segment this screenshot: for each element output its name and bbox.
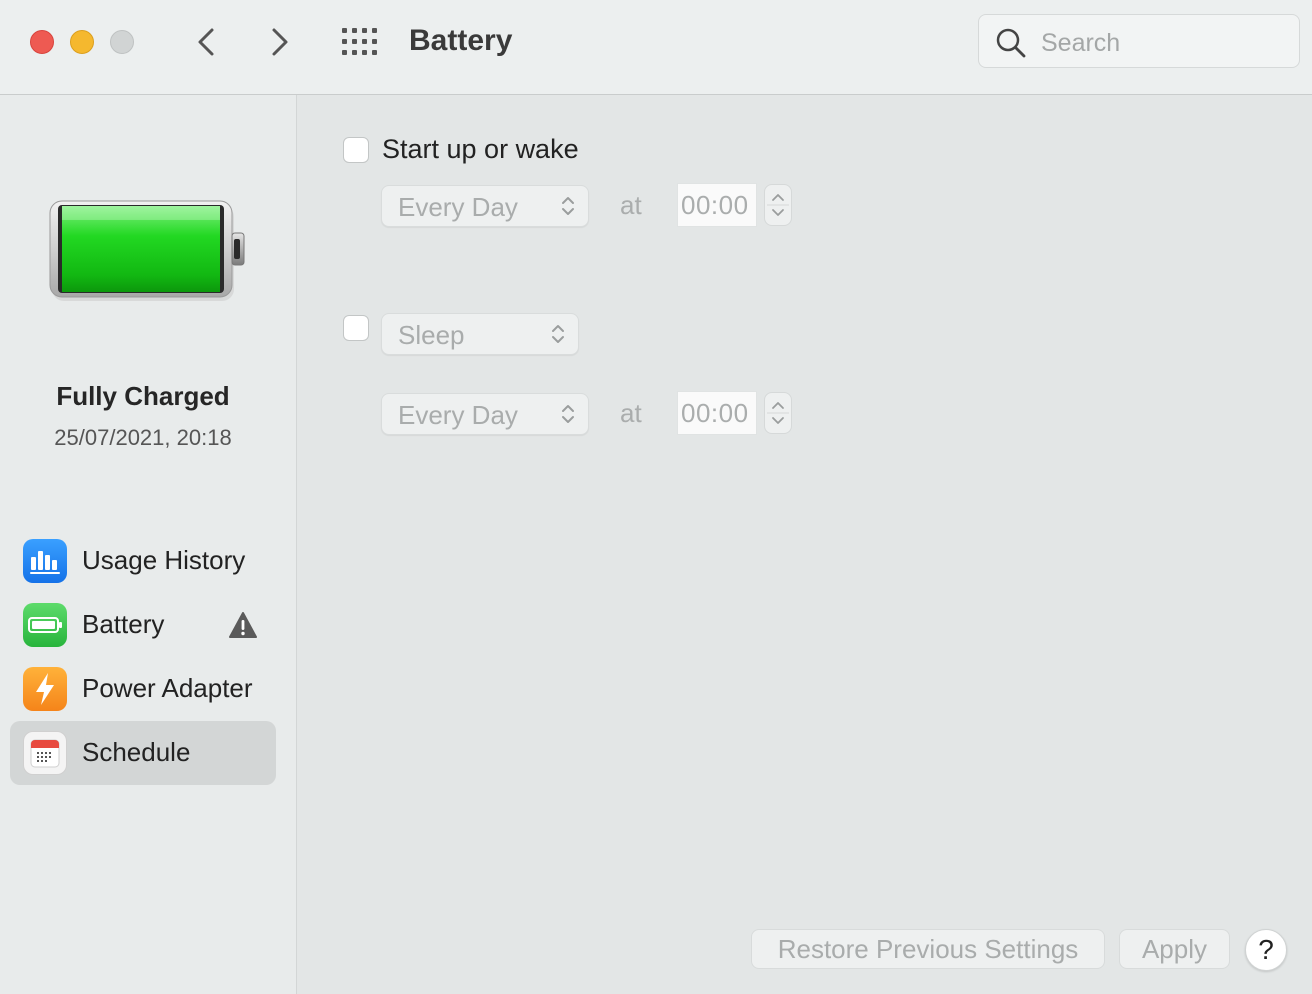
sidebar-item-label: Battery	[82, 609, 165, 639]
search-icon	[996, 28, 1026, 58]
at-label: at	[620, 190, 642, 220]
sidebar-item-label: Schedule	[82, 737, 191, 767]
select-value: Every Day	[398, 192, 518, 222]
calendar-icon	[23, 731, 67, 775]
startup-checkbox[interactable]	[343, 137, 369, 163]
sidebar-item-usage-history[interactable]: Usage History	[10, 529, 276, 593]
help-button[interactable]: ?	[1245, 929, 1287, 971]
lightning-icon	[23, 667, 67, 711]
minimize-button[interactable]	[70, 30, 94, 54]
sleep-time-field[interactable]: 00:00	[677, 391, 757, 435]
startup-frequency-select[interactable]: Every Day	[381, 185, 589, 227]
stepper-arrows-icon	[767, 402, 789, 424]
chevron-left-icon	[198, 28, 214, 56]
search-field[interactable]	[978, 14, 1300, 68]
up-down-chevron-icon	[552, 325, 564, 343]
select-value: Every Day	[398, 400, 518, 430]
chevron-right-icon	[272, 28, 288, 56]
battery-status-icon	[49, 200, 245, 301]
at-label: at	[620, 398, 642, 428]
sleep-checkbox[interactable]	[343, 315, 369, 341]
select-value: Sleep	[398, 320, 465, 350]
search-input[interactable]	[1039, 25, 1293, 61]
time-value: 00:00	[681, 398, 749, 428]
sleep-action-select[interactable]: Sleep	[381, 313, 579, 355]
restore-previous-settings-button[interactable]: Restore Previous Settings	[751, 929, 1105, 969]
zoom-button	[110, 30, 134, 54]
bar-chart-icon	[23, 539, 67, 583]
sidebar: Fully Charged 25/07/2021, 20:18 Usage Hi…	[0, 95, 297, 994]
sleep-time-stepper[interactable]	[764, 392, 792, 434]
sleep-frequency-select[interactable]: Every Day	[381, 393, 589, 435]
toolbar: Battery	[0, 0, 1312, 95]
warning-icon	[229, 612, 257, 638]
show-all-button[interactable]	[340, 26, 380, 58]
startup-time-stepper[interactable]	[764, 184, 792, 226]
battery-icon	[23, 603, 67, 647]
forward-button[interactable]	[260, 22, 300, 62]
back-button[interactable]	[186, 22, 226, 62]
window-title: Battery	[409, 24, 513, 57]
grid-icon	[342, 28, 377, 55]
stepper-arrows-icon	[767, 194, 789, 216]
up-down-chevron-icon	[562, 197, 574, 215]
battery-status-title: Fully Charged	[56, 381, 230, 411]
sidebar-item-schedule[interactable]: Schedule	[10, 721, 276, 785]
sidebar-item-label: Usage History	[82, 545, 246, 575]
up-down-chevron-icon	[562, 405, 574, 423]
sidebar-item-battery[interactable]: Battery	[10, 593, 276, 657]
close-button[interactable]	[30, 30, 54, 54]
sidebar-item-power-adapter[interactable]: Power Adapter	[10, 657, 276, 721]
battery-status-date: 25/07/2021, 20:18	[54, 425, 232, 450]
sidebar-item-label: Power Adapter	[82, 673, 253, 703]
startup-label: Start up or wake	[382, 134, 579, 164]
apply-button[interactable]: Apply	[1119, 929, 1230, 969]
time-value: 00:00	[681, 190, 749, 220]
startup-time-field[interactable]: 00:00	[677, 183, 757, 227]
